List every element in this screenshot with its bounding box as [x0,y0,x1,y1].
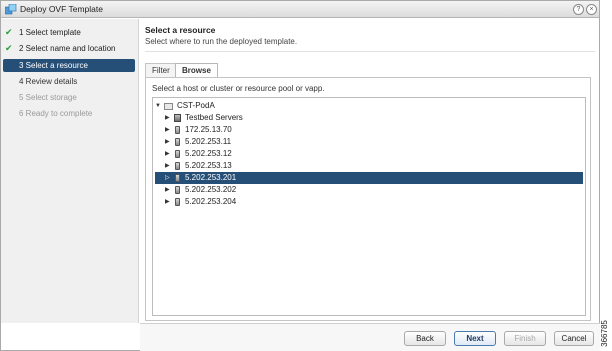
step-select-name-location[interactable]: ✔ 2 Select name and location [3,42,135,55]
step-select-resource[interactable]: 3 Select a resource [3,59,135,72]
step-select-storage: 5 Select storage [3,91,135,104]
figure-number-text: 366785 [599,320,609,347]
wizard-steps-nav: ✔ 1 Select template ✔ 2 Select name and … [1,19,139,323]
divider [145,51,595,52]
collapsed-triangle-icon[interactable]: ▶ [165,196,172,208]
collapsed-triangle-icon[interactable]: ▶ [165,148,172,160]
step-label: 1 Select template [19,28,81,37]
close-icon: × [589,6,594,13]
tree-node-label: 172.25.13.70 [185,125,232,134]
help-icon: ? [576,6,581,13]
tree-node-cluster[interactable]: ▶ Testbed Servers [165,112,583,124]
host-server-icon [175,138,180,146]
host-server-icon [175,150,180,158]
tree-node-label: 5.202.253.201 [185,173,237,182]
cancel-button[interactable]: Cancel [554,331,594,346]
collapsed-triangle-icon[interactable]: ▶ [165,112,172,124]
vsphere-app-icon [5,4,17,15]
step-label: 6 Ready to complete [19,109,93,118]
tree-node-host[interactable]: ▶ 172.25.13.70 [165,124,583,136]
datacenter-icon [164,103,173,110]
step-label: 2 Select name and location [19,44,116,53]
browse-panel: Select a host or cluster or resource poo… [145,77,591,321]
tree-node-host[interactable]: ▶ 5.202.253.204 [165,196,583,208]
collapsed-triangle-icon[interactable]: ▶ [165,124,172,136]
host-server-icon [175,126,180,134]
host-server-icon [175,186,180,194]
host-server-icon [175,162,180,170]
step-label: 4 Review details [19,77,78,86]
collapsed-triangle-icon[interactable]: ▶ [165,136,172,148]
host-server-icon [175,174,180,182]
close-button[interactable]: × [586,4,597,15]
tree-node-datacenter[interactable]: ▼ CST-PodA [155,100,583,112]
step-label: 5 Select storage [19,93,77,102]
dialog-footer: Back Next Finish Cancel [140,323,600,351]
tree-node-host-selected[interactable]: ▷ 5.202.253.201 [155,172,583,184]
checkmark-icon: ✔ [5,27,13,37]
resource-tree[interactable]: ▼ CST-PodA ▶ Testbed Servers ▶ 172.25.13… [152,97,586,316]
step-select-template[interactable]: ✔ 1 Select template [3,26,135,39]
help-button[interactable]: ? [573,4,584,15]
tree-node-label: 5.202.253.12 [185,149,232,158]
tree-node-label: 5.202.253.13 [185,161,232,170]
tree-node-label: Testbed Servers [185,113,243,122]
finish-button: Finish [504,331,546,346]
step-ready-to-complete: 6 Ready to complete [3,107,135,120]
collapsed-triangle-icon[interactable]: ▶ [165,184,172,196]
figure-number: 366785 [599,319,611,349]
tree-node-label: 5.202.253.11 [185,137,232,146]
tab-browse[interactable]: Browse [175,63,218,78]
tree-node-label: 5.202.253.204 [185,197,237,206]
title-bar: Deploy OVF Template ? × [1,1,599,18]
tree-node-host[interactable]: ▶ 5.202.253.202 [165,184,583,196]
instruction-text: Select a host or cluster or resource poo… [152,84,325,93]
collapsed-triangle-icon[interactable]: ▷ [165,172,172,184]
dialog-title: Deploy OVF Template [20,4,103,14]
cluster-icon [174,114,181,122]
expanded-triangle-icon[interactable]: ▼ [155,100,162,112]
tree-node-host[interactable]: ▶ 5.202.253.13 [165,160,583,172]
checkmark-icon: ✔ [5,43,13,53]
page-subtitle: Select where to run the deployed templat… [145,37,298,46]
tree-node-label: 5.202.253.202 [185,185,237,194]
tree-node-label: CST-PodA [177,101,215,110]
collapsed-triangle-icon[interactable]: ▶ [165,160,172,172]
tree-node-host[interactable]: ▶ 5.202.253.11 [165,136,583,148]
deploy-ovf-dialog: Deploy OVF Template ? × ✔ 1 Select templ… [0,0,600,351]
host-server-icon [175,198,180,206]
step-review-details[interactable]: 4 Review details [3,75,135,88]
tab-filter[interactable]: Filter [145,63,177,77]
main-content: Select a resource Select where to run th… [140,19,600,323]
tree-node-host[interactable]: ▶ 5.202.253.12 [165,148,583,160]
step-label: 3 Select a resource [19,61,88,70]
next-button[interactable]: Next [454,331,496,346]
page-title: Select a resource [145,25,216,35]
back-button[interactable]: Back [404,331,446,346]
